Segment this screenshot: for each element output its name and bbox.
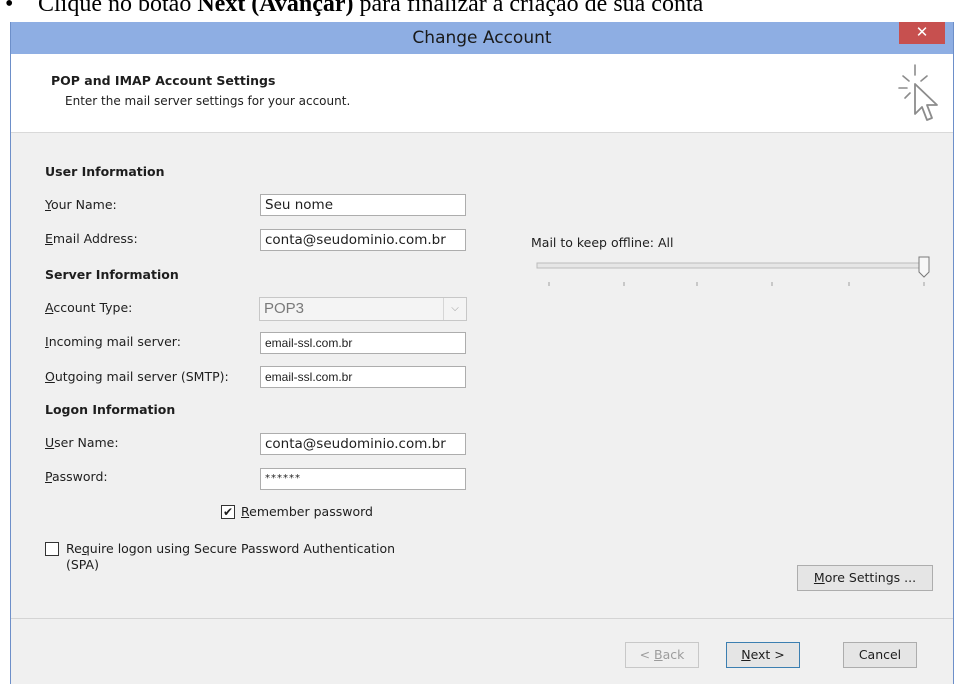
instruction-suffix: para finalizar a criação de sua conta (353, 0, 704, 17)
dialog-header: POP and IMAP Account Settings Enter the … (11, 54, 953, 133)
account-type-label: Account Type: (45, 300, 133, 315)
cursor-sparkle-icon (898, 64, 938, 121)
user-name-label: User Name: (45, 435, 119, 450)
window-title: Change Account (412, 28, 552, 48)
server-information-heading: Server Information (45, 267, 179, 282)
checkmark-icon: ✔ (222, 505, 234, 519)
instruction-caption: • Clique no botão Next (Avançar) para fi… (0, 0, 958, 22)
email-address-input[interactable]: conta@seudominio.com.br (260, 229, 466, 251)
mail-offline-slider[interactable] (527, 255, 937, 295)
outgoing-server-input[interactable]: email-ssl.com.br (260, 366, 466, 388)
spa-label[interactable]: Require logon using Secure Password Auth… (66, 541, 395, 556)
user-name-input[interactable]: conta@seudominio.com.br (260, 433, 466, 455)
instruction-text: Clique no botão Next (Avançar) para fina… (38, 0, 704, 17)
back-button[interactable]: < Back (625, 642, 699, 668)
more-settings-button[interactable]: More Settings ... (797, 565, 933, 591)
incoming-server-label: Incoming mail server: (45, 334, 181, 349)
title-bar[interactable]: Change Account ✕ (11, 22, 953, 54)
instruction-prefix: Clique no botão (38, 0, 198, 17)
user-information-heading: User Information (45, 164, 165, 179)
close-icon: ✕ (915, 23, 929, 41)
slider-thumb (918, 256, 930, 278)
password-label: Password: (45, 469, 108, 484)
outgoing-server-label: Outgoing mail server (SMTP): (45, 369, 229, 384)
mail-offline-value: All (657, 235, 674, 250)
bullet: • (5, 0, 14, 17)
password-input[interactable]: ****** (260, 468, 466, 490)
your-name-label: Your Name: (45, 197, 117, 212)
account-type-value: POP3 (264, 300, 305, 317)
email-address-label: Email Address: (45, 231, 138, 246)
close-button[interactable]: ✕ (899, 22, 945, 44)
cancel-button[interactable]: Cancel (843, 642, 917, 668)
next-button[interactable]: Next > (726, 642, 800, 668)
logon-information-heading: Logon Information (45, 402, 176, 417)
your-name-input[interactable]: Seu nome (260, 194, 466, 216)
account-type-select: POP3 ⌵ (259, 297, 467, 321)
remember-password-checkbox[interactable]: ✔ (221, 505, 235, 519)
instruction-bold: Next (Avançar) (197, 0, 354, 17)
remember-password-label[interactable]: Remember password (241, 504, 373, 519)
spa-label-line2: (SPA) (66, 557, 99, 572)
chevron-down-icon: ⌵ (443, 298, 466, 320)
change-account-dialog: Change Account ✕ POP and IMAP Account Se… (10, 22, 954, 684)
header-title: POP and IMAP Account Settings (51, 73, 276, 88)
mail-offline-label: Mail to keep offline: All (531, 235, 674, 250)
spa-checkbox[interactable] (45, 542, 59, 556)
header-subtitle: Enter the mail server settings for your … (65, 94, 351, 108)
incoming-server-input[interactable]: email-ssl.com.br (260, 332, 466, 354)
footer-divider (11, 618, 953, 619)
